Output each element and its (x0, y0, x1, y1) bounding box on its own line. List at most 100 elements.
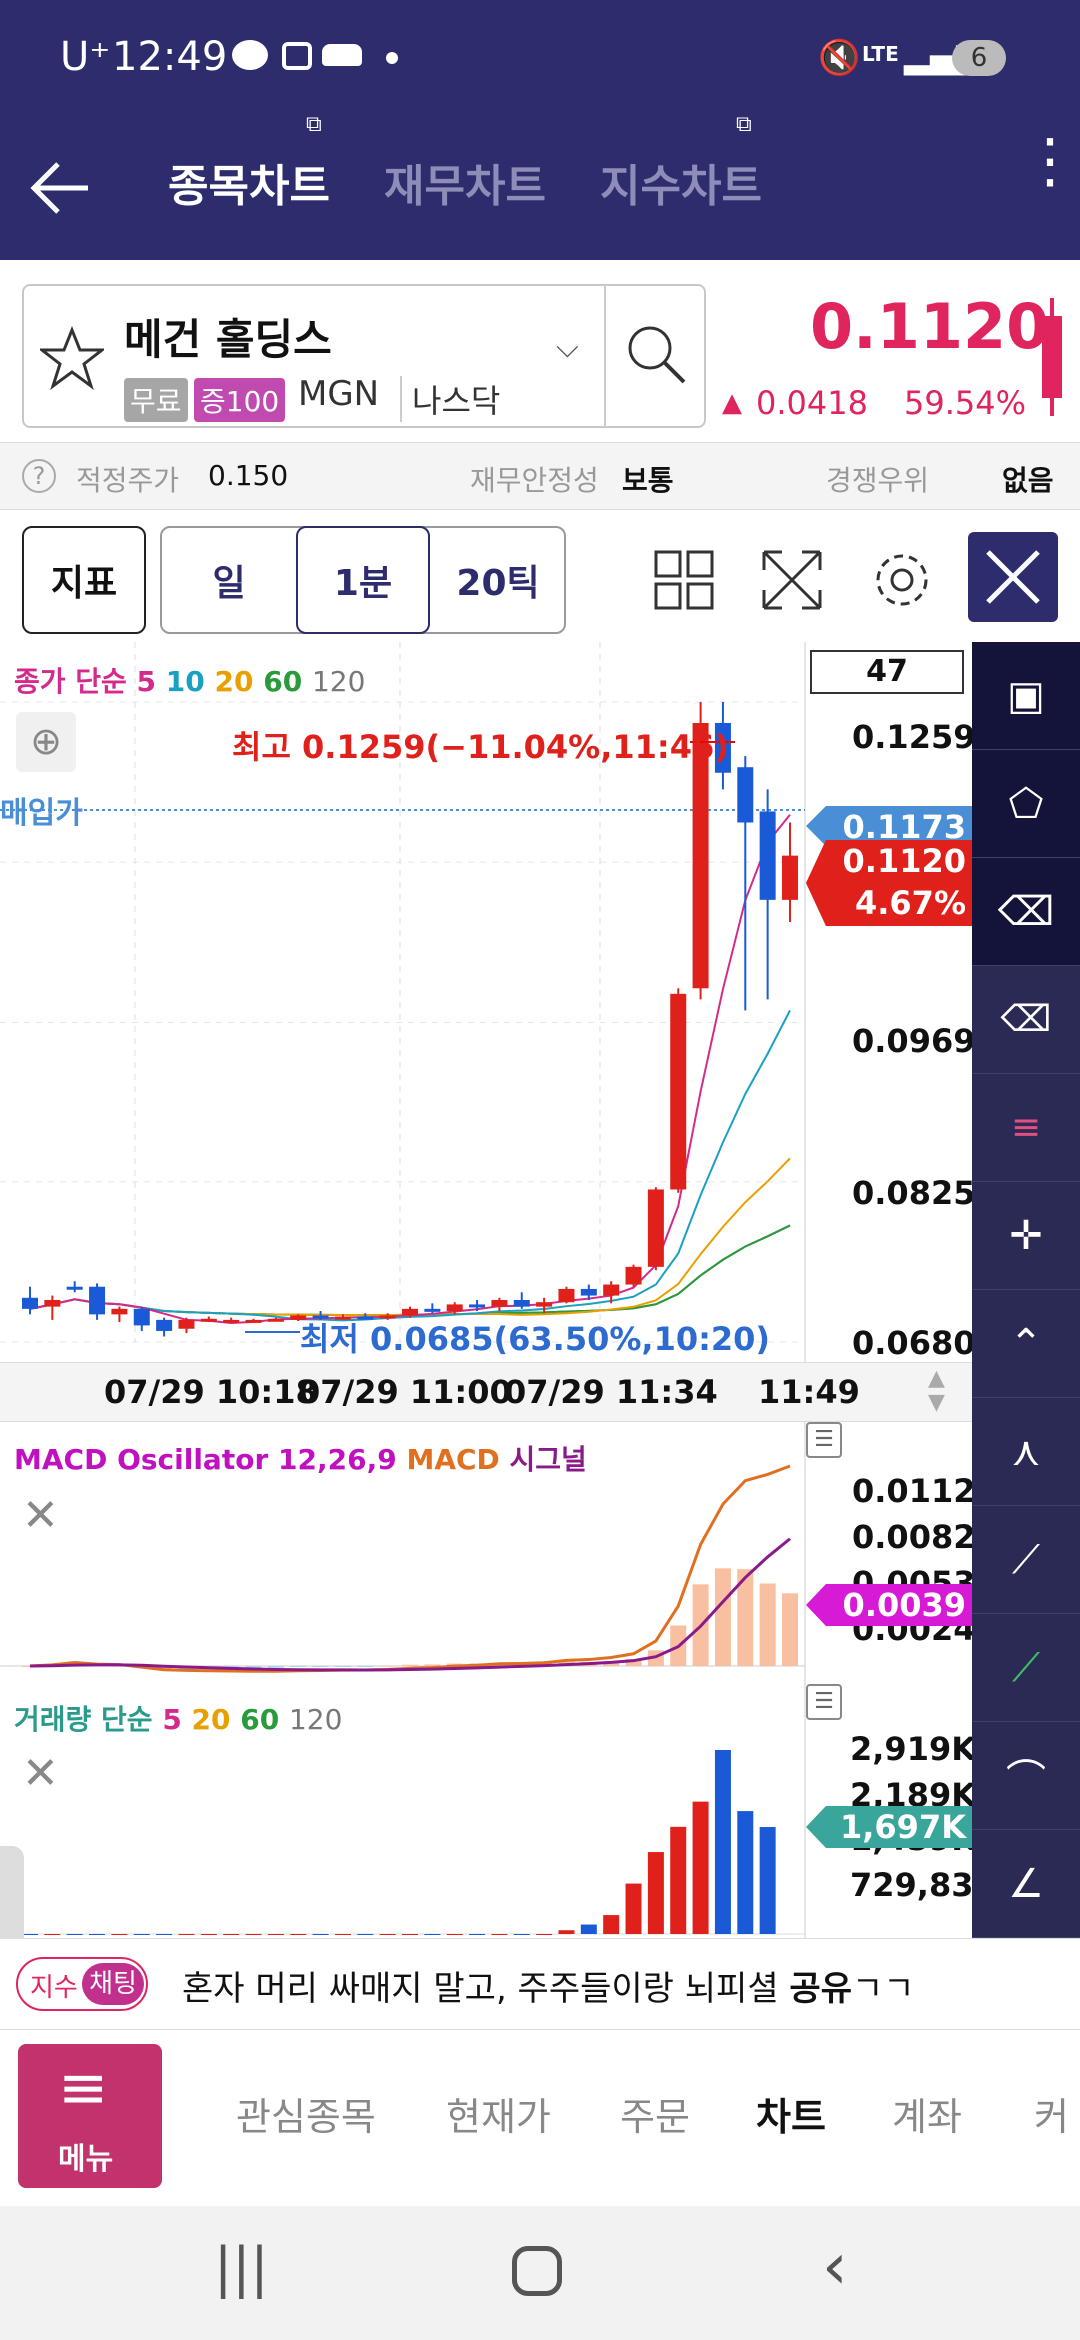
volume-bar (446, 1934, 463, 1935)
candle-body (558, 1288, 575, 1303)
help-icon[interactable]: ? (22, 459, 56, 493)
nav-watchlist[interactable]: 관심종목 (236, 2086, 376, 2141)
period-1min-button[interactable]: 1분 (296, 526, 430, 634)
hcl-tool[interactable]: ≡ (972, 1074, 1080, 1182)
tab-financial-chart[interactable]: 재무차트 (384, 150, 546, 214)
candle-count[interactable]: 47 (810, 650, 964, 694)
close-icon[interactable]: ✕ (22, 1490, 59, 1541)
volume-bar (312, 1934, 329, 1935)
talk-icon (232, 40, 268, 70)
volume-bar (692, 1801, 709, 1934)
current-price-tag-text: 0.1120 (842, 842, 966, 880)
chat-badge-label: 채팅 (82, 1963, 144, 2005)
save-tool[interactable]: ▣ (972, 642, 1080, 750)
resize-handle-icon[interactable]: ▲ ▼ (928, 1367, 945, 1415)
time-label: 07/29 11:34 (504, 1373, 718, 1411)
volume-bar (536, 1934, 553, 1935)
current-pct-tag-text: 4.67% (854, 884, 966, 922)
legend-ma5: 5 (136, 665, 157, 698)
back-arrow-icon[interactable] (28, 156, 92, 220)
app-icon (322, 44, 362, 66)
erase-all-tool[interactable]: ⌫ (972, 966, 1080, 1074)
volume-bar (580, 1924, 597, 1934)
macd-name: MACD Oscillator 12,26,9 (14, 1443, 397, 1476)
favorite-star-icon[interactable] (40, 326, 104, 390)
volume-bar (379, 1934, 396, 1935)
close-icon[interactable]: ✕ (22, 1748, 59, 1799)
candle-body (759, 811, 776, 900)
clock: 12:49 (112, 34, 228, 80)
volume-bar (267, 1934, 284, 1935)
low-note: 최저 0.0685(63.50%,10:20) (300, 1320, 771, 1358)
crosshair-tool[interactable]: ✛ (972, 1182, 1080, 1290)
volume-bar (625, 1883, 642, 1934)
period-20tick-button[interactable]: 20틱 (430, 526, 566, 634)
fullscreen-icon[interactable] (762, 550, 822, 610)
pivot-tool[interactable]: ⋏ (972, 1398, 1080, 1506)
system-nav: ||| ‹ (0, 2206, 1080, 2340)
nav-chart[interactable]: 차트 (756, 2086, 826, 2141)
candle-body (44, 1299, 61, 1307)
volume-ma120: 120 (288, 1703, 343, 1736)
menu-button[interactable]: ≡ 메뉴 (18, 2044, 162, 2188)
more-menu-icon[interactable]: ⋮ (1020, 131, 1080, 191)
arc-tool[interactable]: ⌒ (972, 1722, 1080, 1830)
shape-tool[interactable]: ⬠ (972, 750, 1080, 858)
period-day-button[interactable]: 일 (160, 526, 298, 634)
auto-trend-tool[interactable]: ⟋ (972, 1614, 1080, 1722)
stock-selector[interactable]: 메건 홀딩스 무료 증100 MGN 나스닥 ⌵ (22, 284, 706, 428)
volume-bar (111, 1934, 128, 1935)
recent-apps-icon[interactable]: ||| (214, 2236, 269, 2299)
badge-margin: 증100 (194, 378, 286, 422)
bottom-nav: ≡ 메뉴 관심종목 현재가 주문 차트 계좌 커 (0, 2030, 1080, 2206)
menu-icon[interactable]: ☰ (806, 1422, 842, 1458)
back-icon[interactable]: ‹ (822, 2230, 848, 2304)
candle-body (245, 1319, 262, 1323)
search-icon[interactable] (624, 322, 690, 388)
volume-bar (491, 1934, 508, 1935)
fan-tool[interactable]: ∠ (972, 1830, 1080, 1938)
volume-bar (759, 1827, 776, 1934)
menu-icon[interactable]: ☰ (806, 1684, 842, 1720)
macd-bar (334, 1666, 351, 1667)
candle-body (178, 1319, 195, 1329)
volume-ma5: 5 (162, 1703, 182, 1736)
copy-icon: ⧉ (306, 112, 322, 137)
ma120-line (29, 1224, 791, 1317)
tab-index-chart[interactable]: 지수차트 (600, 150, 762, 214)
drawing-tools-button[interactable] (968, 532, 1058, 622)
tab-stock-chart[interactable]: 종목차트 (168, 150, 330, 214)
nav-quote[interactable]: 현재가 (446, 2086, 551, 2141)
tools-icon (986, 550, 1040, 604)
chat-bar[interactable]: 지수 채팅 혼자 머리 싸매지 말고, 주주들이랑 뇌피셜 공유ㄱㄱ (0, 1938, 1080, 2030)
erase-all-icon: ⌫ (1000, 999, 1052, 1040)
grid-layout-icon[interactable] (654, 550, 714, 610)
ma-legend: 종가 단순 5 10 20 60 120 (14, 660, 365, 700)
peak-tool[interactable]: ⌃ (972, 1290, 1080, 1398)
nav-order[interactable]: 주문 (620, 2086, 690, 2141)
candle-body (491, 1299, 508, 1307)
nav-more[interactable]: 커 (1034, 2086, 1069, 2141)
legend-ma60: 60 (263, 665, 303, 698)
nav-account[interactable]: 계좌 (892, 2086, 962, 2141)
macd-bar (379, 1665, 396, 1667)
volume-bar (290, 1934, 307, 1935)
volume-bar (737, 1811, 754, 1934)
volume-bar (178, 1934, 195, 1935)
trendline-tool[interactable]: ⟋ (972, 1506, 1080, 1614)
chevron-down-icon[interactable]: ⌵ (556, 330, 579, 365)
y-tick: 2,919K (850, 1730, 977, 1768)
volume-bar (133, 1934, 150, 1935)
y-tick: 0.0969 (852, 1022, 976, 1060)
zoom-in-icon[interactable]: ⊕ (16, 712, 76, 772)
indicator-button[interactable]: 지표 (22, 526, 146, 634)
home-icon[interactable] (512, 2246, 562, 2296)
candle-body (469, 1304, 486, 1308)
volume-bar (334, 1934, 351, 1935)
candle-body (513, 1299, 530, 1307)
volume-bar (558, 1930, 575, 1934)
settings-gear-icon[interactable] (872, 550, 932, 610)
legend-ma120: 120 (311, 665, 366, 698)
macd-bar (402, 1664, 418, 1666)
eraser-tool[interactable]: ⌫ (972, 858, 1080, 966)
